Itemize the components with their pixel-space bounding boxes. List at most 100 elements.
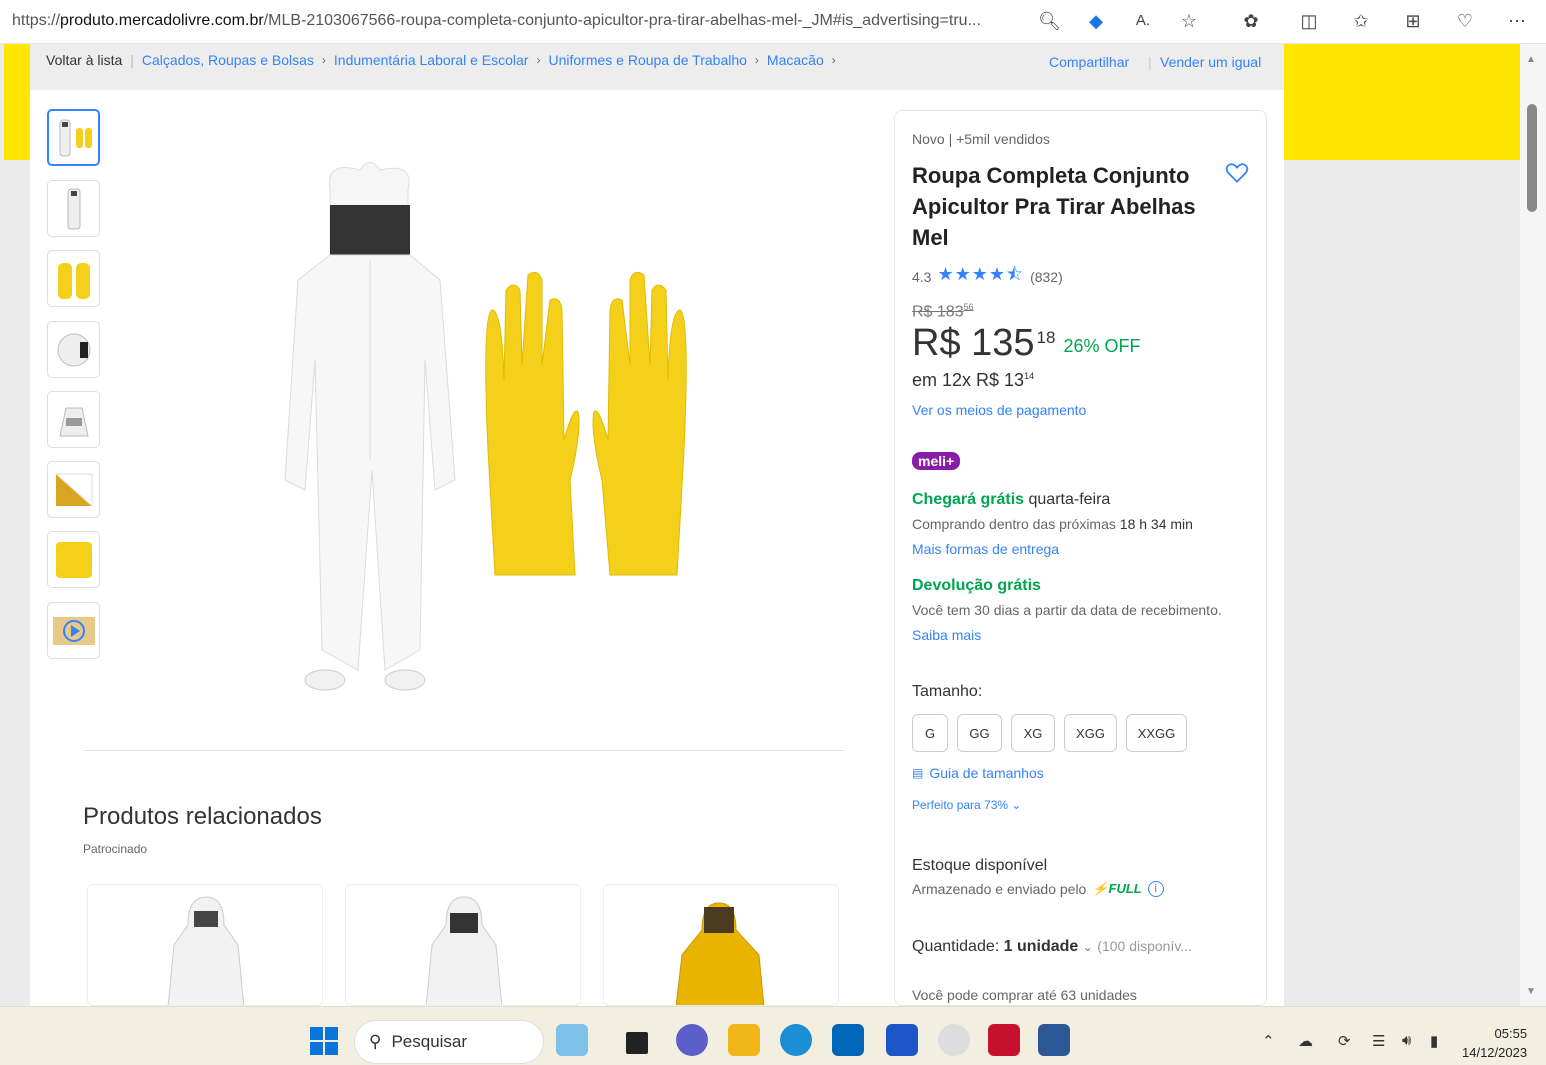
condition-sold: Novo | +5mil vendidos <box>912 131 1050 147</box>
original-price-cents: 56 <box>963 302 974 312</box>
cloud-icon[interactable]: ☁ <box>1298 1032 1313 1050</box>
file-explorer-icon[interactable] <box>728 1024 760 1056</box>
chevron-right-icon: › <box>321 53 326 67</box>
ruler-icon: ▤ <box>912 766 924 780</box>
current-price: R$ 135 18 26% OFF <box>912 322 1141 365</box>
chevron-up-icon[interactable]: ⌃ <box>1262 1032 1275 1050</box>
split-screen-icon[interactable]: ◫ <box>1298 10 1320 32</box>
rating[interactable]: 4.3 ★★★★⯪ (832) <box>912 262 1063 292</box>
volume-icon[interactable]: 🔊︎ <box>1402 1032 1411 1049</box>
related-products-title: Produtos relacionados <box>83 803 322 830</box>
installment-cents: 14 <box>1024 371 1035 381</box>
more-menu-icon[interactable]: ⋯ <box>1506 10 1528 32</box>
shipping-info: Chegará grátis quarta-feira <box>912 491 1110 509</box>
windows-start-icon[interactable] <box>309 1026 341 1058</box>
shipping-countdown: 18 h 34 min <box>1119 516 1193 532</box>
related-product-card[interactable] <box>345 884 581 1006</box>
wifi-icon[interactable]: ☰ <box>1372 1032 1385 1050</box>
purchase-limit: Você pode comprar até 63 unidades <box>912 987 1137 1003</box>
address-bar[interactable]: https://produto.mercadolivre.com.br/MLB-… <box>12 12 1032 30</box>
system-clock[interactable]: 05:55 14/12/2023 <box>1462 1024 1527 1062</box>
meli-plus-badge: meli+ <box>912 452 961 470</box>
rating-value: 4.3 <box>912 269 932 285</box>
more-delivery-options-link[interactable]: Mais formas de entrega <box>912 541 1059 557</box>
size-option-g[interactable]: G <box>912 714 948 752</box>
sync-icon[interactable]: ⟳ <box>1338 1032 1351 1050</box>
thumbnail-hood-front[interactable] <box>47 391 100 448</box>
payment-methods-link[interactable]: Ver os meios de pagamento <box>912 402 1086 418</box>
widgets-icon[interactable] <box>556 1024 588 1056</box>
learn-more-link[interactable]: Saiba mais <box>912 627 981 643</box>
extensions-icon[interactable]: ✿ <box>1240 10 1262 32</box>
size-option-xxgg[interactable]: XXGG <box>1126 714 1187 752</box>
discount-badge: 26% OFF <box>1063 336 1141 356</box>
battery-icon[interactable]: ▮ <box>1430 1032 1438 1050</box>
quantity-selector[interactable]: Quantidade: 1 unidade ⌄ (100 disponív... <box>912 938 1192 956</box>
share-link[interactable]: Compartilhar <box>1049 54 1129 70</box>
size-option-xg[interactable]: XG <box>1011 714 1055 752</box>
scroll-down-icon[interactable]: ▼ <box>1526 986 1536 997</box>
scrollbar-thumb[interactable] <box>1527 104 1537 212</box>
url-path: /MLB-2103067566-roupa-completa-conjunto-… <box>263 12 981 29</box>
product-title: Roupa Completa Conjunto Apicultor Pra Ti… <box>912 163 1196 250</box>
size-label: Tamanho: <box>912 683 983 700</box>
thumbnail-fabric[interactable] <box>47 461 100 518</box>
stored-by-text: Armazenado e enviado pelo <box>912 881 1087 897</box>
shipping-window: Comprando dentro das próximas 18 h 34 mi… <box>912 516 1193 532</box>
return-policy-text: Você tem 30 dias a partir da data de rec… <box>912 602 1222 618</box>
original-price-value: R$ 183 <box>912 303 964 321</box>
zoom-icon[interactable]: 🔍︎ <box>1038 10 1061 32</box>
star-rating-icon: ★★★★⯪ <box>937 264 1025 284</box>
full-label: FULL <box>1108 881 1142 896</box>
edge-browser-icon[interactable] <box>780 1024 812 1056</box>
free-return-label: Devolução grátis <box>912 577 1041 594</box>
back-to-list-link[interactable]: Voltar à lista <box>46 52 122 68</box>
url-scheme: https:// <box>12 12 61 29</box>
store-icon[interactable] <box>832 1024 864 1056</box>
breadcrumb-item-calcados[interactable]: Calçados, Roupas e Bolsas <box>142 52 314 68</box>
clock-date: 14/12/2023 <box>1462 1045 1528 1060</box>
related-product-card[interactable] <box>87 884 323 1006</box>
chevron-right-icon: › <box>831 53 836 67</box>
related-product-card[interactable] <box>603 884 839 1006</box>
app-icon[interactable] <box>938 1024 970 1056</box>
free-shipping-label: Chegará grátis <box>912 491 1025 508</box>
sell-similar-link[interactable]: Vender um igual <box>1160 54 1261 70</box>
word-icon[interactable] <box>1038 1024 1070 1056</box>
size-guide-link[interactable]: ▤ Guia de tamanhos <box>912 765 1044 781</box>
browser-health-icon[interactable]: ♡ <box>1454 10 1476 32</box>
mcafee-icon[interactable] <box>988 1024 1020 1056</box>
thumbnail-gloves[interactable] <box>47 250 100 307</box>
info-icon[interactable]: i <box>1147 881 1164 897</box>
clock-time: 05:55 <box>1494 1026 1528 1041</box>
breadcrumb-item-indumentaria[interactable]: Indumentária Laboral e Escolar <box>334 52 529 68</box>
sponsored-label: Patrocinado <box>83 842 148 856</box>
product-main-image[interactable] <box>230 150 730 710</box>
linkedin-app-icon[interactable] <box>886 1024 918 1056</box>
size-option-gg[interactable]: GG <box>957 714 1002 752</box>
taskbar-search[interactable]: ⚲ Pesquisar <box>354 1020 544 1064</box>
fit-dropdown[interactable]: Perfeito para 73% ⌄ <box>912 798 1021 812</box>
thumbnail-suit-front[interactable] <box>47 180 100 237</box>
breadcrumb-item-macacao[interactable]: Macacão <box>767 52 824 68</box>
favorites-icon[interactable]: ✩ <box>1350 10 1372 32</box>
scroll-up-icon[interactable]: ▲ <box>1526 54 1536 65</box>
fulfillment-info: Armazenado e enviado pelo ⚡FULL i <box>912 881 1164 897</box>
size-guide-label: Guia de tamanhos <box>929 765 1044 781</box>
breadcrumb-item-uniformes[interactable]: Uniformes e Roupa de Trabalho <box>548 52 746 68</box>
collections-icon[interactable]: ⊞ <box>1402 10 1424 32</box>
quantity-available: (100 disponív... <box>1097 938 1192 954</box>
brand-banner-left <box>4 44 30 160</box>
thumbnail-video[interactable] <box>47 602 100 659</box>
heart-icon[interactable] <box>1224 160 1250 191</box>
teams-chat-icon[interactable] <box>676 1024 708 1056</box>
task-view-icon[interactable] <box>626 1032 648 1054</box>
thumbnail-gloves-flat[interactable] <box>47 531 100 588</box>
size-option-xgg[interactable]: XGG <box>1064 714 1117 752</box>
favorite-star-icon[interactable]: ☆ <box>1178 10 1200 32</box>
thumbnail-hood-side[interactable] <box>47 321 100 378</box>
read-aloud-icon[interactable]: A. <box>1132 10 1154 32</box>
taskbar-search-label: Pesquisar <box>391 1032 468 1051</box>
thumbnail-suit-gloves[interactable] <box>47 109 100 166</box>
tag-icon[interactable]: ◆ <box>1085 10 1107 32</box>
